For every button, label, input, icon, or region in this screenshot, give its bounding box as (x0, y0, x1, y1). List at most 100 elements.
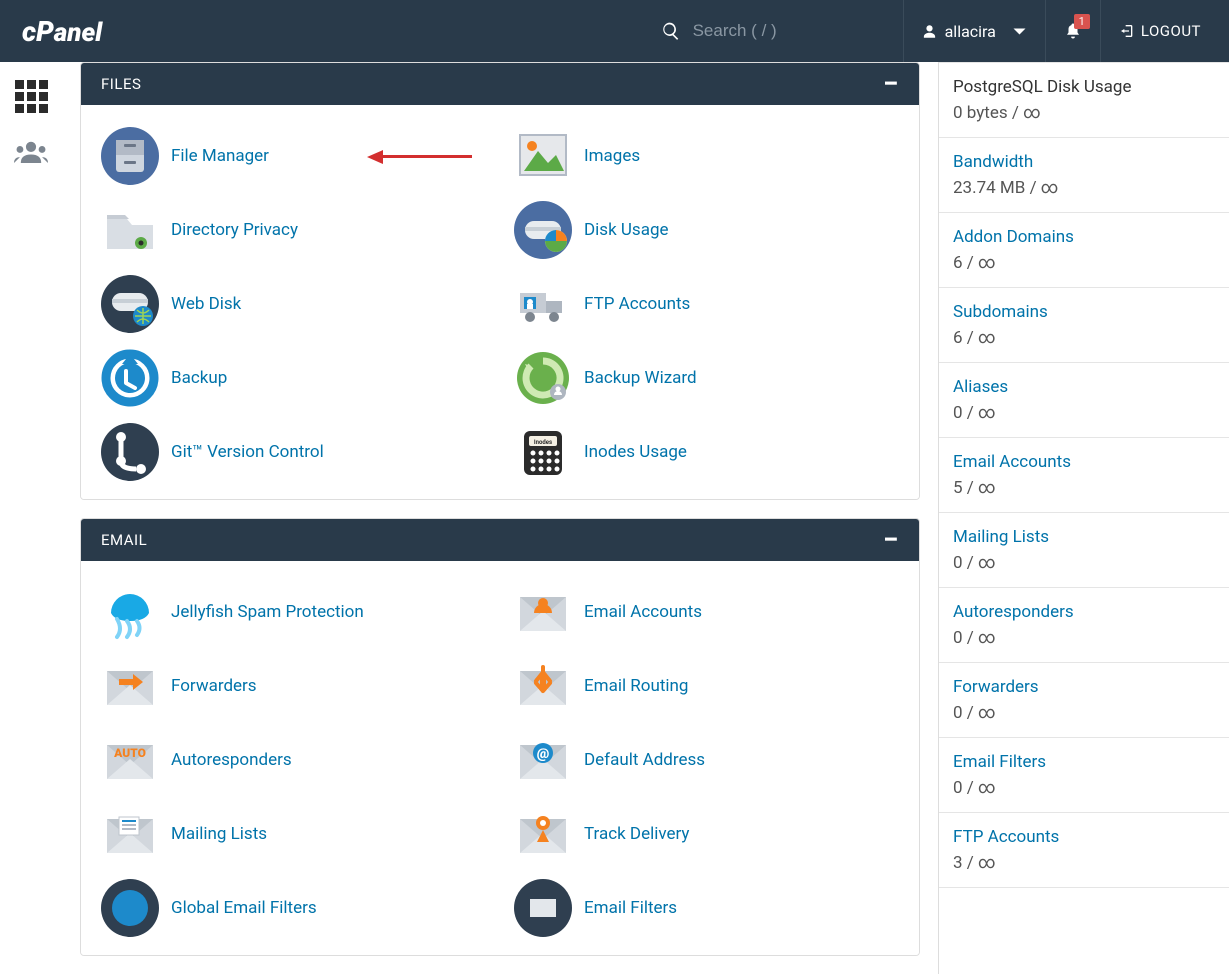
notification-badge: 1 (1074, 14, 1090, 29)
tool-inodes[interactable]: Inodes Usage (500, 415, 913, 489)
tool-track-delivery[interactable]: Track Delivery (500, 797, 913, 871)
annotation-arrow (367, 150, 472, 162)
default-address-icon (514, 731, 572, 789)
user-icon (922, 24, 937, 39)
stat-item[interactable]: Email Filters 0 / ∞ (939, 738, 1229, 813)
web-disk-icon (101, 275, 159, 333)
mailing-lists-icon (101, 805, 159, 863)
email-filters-icon (514, 879, 572, 937)
tool-label: File Manager (171, 146, 269, 166)
stat-item[interactable]: Mailing Lists 0 / ∞ (939, 513, 1229, 588)
users-icon (14, 137, 48, 167)
dir-privacy-icon (101, 201, 159, 259)
stat-value: 6 / ∞ (953, 328, 1215, 348)
tool-label: Email Accounts (584, 602, 702, 622)
stat-item[interactable]: Email Accounts5 / ∞ (939, 438, 1229, 513)
panel-header[interactable]: EMAIL− (81, 519, 919, 561)
search-icon (661, 21, 681, 41)
tool-disk-usage[interactable]: Disk Usage (500, 193, 913, 267)
ftp-icon (514, 275, 572, 333)
stat-name: Subdomains (953, 302, 1215, 322)
tool-autoresponders[interactable]: Autoresponders (87, 723, 500, 797)
tool-email-accounts[interactable]: Email Accounts (500, 575, 913, 649)
panel-email: EMAIL− Jellyfish Spam Protection Email Acc… (80, 518, 920, 956)
images-icon (514, 127, 572, 185)
stat-name: Aliases (953, 377, 1215, 397)
tool-global-filters[interactable]: Global Email Filters (87, 871, 500, 945)
tool-label: Default Address (584, 750, 705, 770)
stat-name: Bandwidth (953, 152, 1215, 172)
topbar: cPanel allacira 1 LOGOUT (0, 0, 1229, 62)
logout-icon (1119, 23, 1135, 39)
stat-name: FTP Accounts (953, 827, 1215, 847)
tool-file-manager[interactable]: File Manager (87, 119, 500, 193)
tool-label: Backup (171, 368, 227, 388)
tool-dir-privacy[interactable]: Directory Privacy (87, 193, 500, 267)
sidenav (0, 62, 62, 974)
tool-git[interactable]: Git™ Version Control (87, 415, 500, 489)
tool-jellyfish[interactable]: Jellyfish Spam Protection (87, 575, 500, 649)
stat-value: 6 / ∞ (953, 253, 1215, 273)
sidenav-users[interactable] (14, 137, 48, 171)
git-icon (101, 423, 159, 481)
stat-value: 3 / ∞ (953, 853, 1215, 873)
tool-label: Track Delivery (584, 824, 689, 844)
panel-header[interactable]: FILES− (81, 63, 919, 105)
logout-button[interactable]: LOGOUT (1101, 0, 1211, 62)
stat-item[interactable]: Subdomains 6 / ∞ (939, 288, 1229, 363)
stat-value: 0 / ∞ (953, 778, 1215, 798)
panel-files: FILES− File Manager ImagesDirectory Privac… (80, 62, 920, 500)
stat-value: 0 bytes / ∞ (953, 103, 1215, 123)
stats-column: PostgreSQL Disk Usage 0 bytes / ∞ Bandwidt… (938, 62, 1229, 974)
stat-item[interactable]: Aliases0 / ∞ (939, 363, 1229, 438)
logo[interactable]: cPanel (22, 15, 102, 48)
tool-backup-wizard[interactable]: Backup Wizard (500, 341, 913, 415)
tool-label: Forwarders (171, 676, 257, 696)
tool-label: Jellyfish Spam Protection (171, 602, 364, 622)
tool-forwarders[interactable]: Forwarders (87, 649, 500, 723)
tool-mailing-lists[interactable]: Mailing Lists (87, 797, 500, 871)
backup-icon (101, 349, 159, 407)
backup-wizard-icon (514, 349, 572, 407)
autoresponders-icon (101, 731, 159, 789)
tool-email-routing[interactable]: Email Routing (500, 649, 913, 723)
main-content: FILES− File Manager ImagesDirectory Privac… (62, 62, 938, 974)
inodes-icon (514, 423, 572, 481)
tool-label: Disk Usage (584, 220, 669, 240)
tool-ftp[interactable]: FTP Accounts (500, 267, 913, 341)
stat-item[interactable]: Addon Domains6 / ∞ (939, 213, 1229, 288)
stat-item[interactable]: Forwarders0 / ∞ (939, 663, 1229, 738)
stat-name: PostgreSQL Disk Usage (953, 77, 1215, 97)
disk-usage-icon (514, 201, 572, 259)
stat-name: Email Filters (953, 752, 1215, 772)
user-menu[interactable]: allacira (904, 0, 1045, 62)
stat-item: PostgreSQL Disk Usage 0 bytes / ∞ (939, 62, 1229, 138)
stat-name: Autoresponders (953, 602, 1215, 622)
tool-default-address[interactable]: Default Address (500, 723, 913, 797)
tool-backup[interactable]: Backup (87, 341, 500, 415)
tool-email-filters[interactable]: Email Filters (500, 871, 913, 945)
forwarders-icon (101, 657, 159, 715)
tool-label: Git™ Version Control (171, 442, 324, 462)
track-delivery-icon (514, 805, 572, 863)
search-input[interactable] (693, 21, 833, 41)
search[interactable] (661, 21, 833, 41)
file-manager-icon (101, 127, 159, 185)
email-accounts-icon (514, 583, 572, 641)
tool-images[interactable]: Images (500, 119, 913, 193)
tool-label: Web Disk (171, 294, 241, 314)
email-routing-icon (514, 657, 572, 715)
stat-name: Email Accounts (953, 452, 1215, 472)
sidenav-apps[interactable] (15, 80, 48, 113)
grid-icon (15, 80, 48, 113)
tool-web-disk[interactable]: Web Disk (87, 267, 500, 341)
notifications[interactable]: 1 (1046, 0, 1100, 62)
stat-item[interactable]: FTP Accounts 3 / ∞ (939, 813, 1229, 888)
stat-item[interactable]: Bandwidth 23.74 MB / ∞ (939, 138, 1229, 213)
stat-item[interactable]: Autoresponders0 / ∞ (939, 588, 1229, 663)
stat-value: 0 / ∞ (953, 703, 1215, 723)
stat-value: 23.74 MB / ∞ (953, 178, 1215, 198)
jellyfish-icon (101, 583, 159, 641)
stat-name: Mailing Lists (953, 527, 1215, 547)
stat-value: 0 / ∞ (953, 553, 1215, 573)
